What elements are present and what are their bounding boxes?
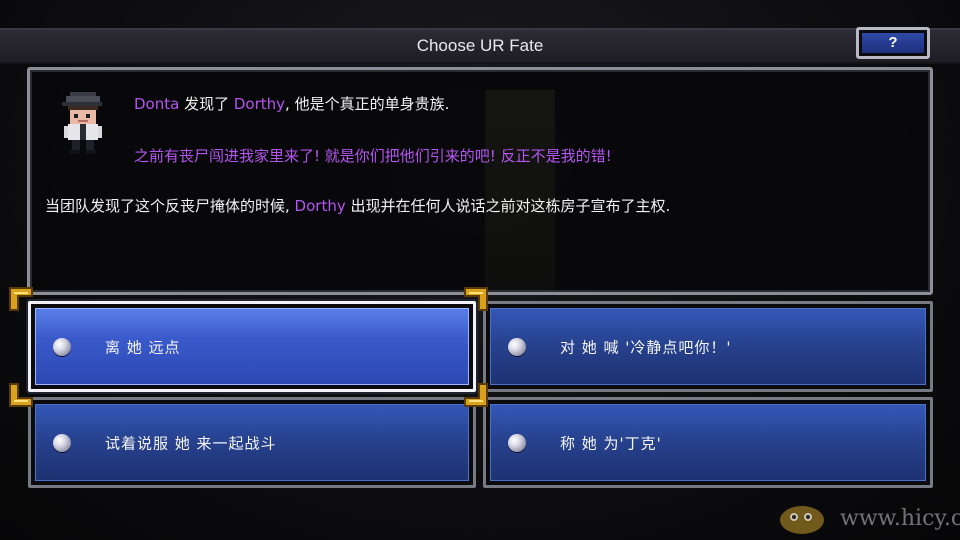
choice-tell-calm-down[interactable]: 对 她 喊 '冷静点吧你！' xyxy=(483,301,933,392)
choice-tell-calm-down-label: 对 她 喊 '冷静点吧你！' xyxy=(560,338,732,356)
story-line-1: Donta 发现了 Dorthy, 他是个真正的单身贵族. xyxy=(134,93,449,114)
help-button[interactable]: ? xyxy=(856,27,930,59)
choice-persuade-fight[interactable]: 试着说服 她 来一起战斗 xyxy=(28,397,476,488)
character-name-dorthy: Dorthy xyxy=(233,95,286,113)
choice-bullet-icon xyxy=(53,433,71,452)
choice-persuade-fight-face: 试着说服 她 来一起战斗 xyxy=(35,404,469,481)
choice-call-dink-label: 称 她 为'丁克' xyxy=(560,434,662,452)
choice-call-dink-face: 称 她 为'丁克' xyxy=(490,404,926,481)
story-line-1-mid: 发现了 xyxy=(179,95,234,113)
cursor-corner-top-left-icon xyxy=(9,287,33,311)
dorthy-dialogue: 之前有丧尸闯进我家里来了! 就是你们把他们引来的吧! 反正不是我的错! xyxy=(134,147,612,165)
choice-stay-away-label: 离 她 远点 xyxy=(105,338,181,356)
background-zombie-silhouette xyxy=(485,90,555,290)
cursor-corner-bottom-left-icon xyxy=(9,383,33,407)
choice-stay-away[interactable]: 离 她 远点 xyxy=(28,301,476,392)
choice-bullet-icon xyxy=(508,433,526,452)
event-title: Choose UR Fate xyxy=(416,36,544,55)
cursor-corner-top-right-icon xyxy=(464,287,488,311)
choice-bullet-icon xyxy=(53,337,71,356)
choice-call-dink[interactable]: 称 她 为'丁克' xyxy=(483,397,933,488)
watermark-logo-icon xyxy=(780,506,824,534)
choice-persuade-fight-label: 试着说服 她 来一起战斗 xyxy=(105,434,277,452)
story-line-3-pre: 当团队发现了这个反丧尸掩体的时候, xyxy=(45,197,295,215)
game-screen: Choose UR Fate ? Donta 发现了 Dorthy, 他是个真正… xyxy=(0,0,960,540)
story-line-3: 当团队发现了这个反丧尸掩体的时候, Dorthy 出现并在任何人说话之前对这栋房… xyxy=(45,195,670,216)
help-label: ? xyxy=(862,33,924,53)
story-line-1-rest: , 他是个真正的单身贵族. xyxy=(285,95,450,113)
character-name-dorthy: Dorthy xyxy=(294,197,346,215)
title-bar: Choose UR Fate xyxy=(0,28,960,64)
story-line-3-rest: 出现并在任何人说话之前对这栋房子宣布了主权. xyxy=(345,197,671,215)
choice-tell-calm-down-face: 对 她 喊 '冷静点吧你！' xyxy=(490,308,926,385)
cursor-corner-bottom-right-icon xyxy=(464,383,488,407)
character-name-donta: Donta xyxy=(134,95,180,113)
donta-portrait xyxy=(62,92,102,154)
choice-bullet-icon xyxy=(508,337,526,356)
watermark-text: www.hicy.cn xyxy=(840,506,960,531)
site-watermark: www.hicy.cn xyxy=(770,498,960,538)
choice-stay-away-face: 离 她 远点 xyxy=(35,308,469,385)
